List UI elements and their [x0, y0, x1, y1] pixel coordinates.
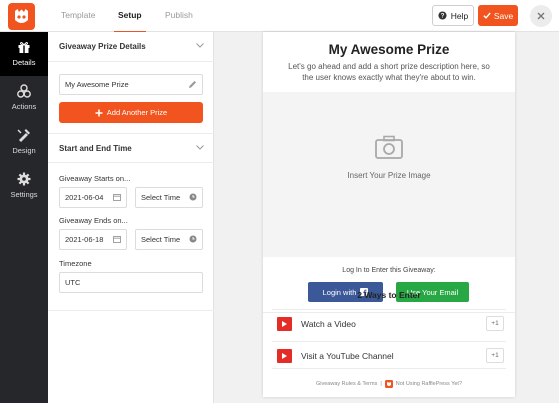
- clock-icon: [189, 235, 197, 243]
- checkmark-icon: [483, 12, 491, 19]
- save-label: Save: [493, 10, 514, 21]
- starts-on-label: Giveaway Starts on...: [59, 174, 131, 183]
- plus-icon: [95, 109, 103, 116]
- sidebar-item-actions[interactable]: Actions: [0, 76, 48, 120]
- end-date-input[interactable]: 2021-06-18: [59, 229, 127, 250]
- pencil-icon[interactable]: [188, 80, 197, 89]
- clock-icon: [189, 193, 197, 201]
- entry-label: Visit a YouTube Channel: [301, 351, 394, 361]
- ways-to-enter-title: 2 Ways to Enter: [357, 290, 421, 300]
- prize-image-label: Insert Your Prize Image: [347, 171, 431, 180]
- end-time-select[interactable]: Select Time: [135, 229, 203, 250]
- not-using-rafflepress-link[interactable]: Not Using RafflePress Yet?: [396, 381, 462, 387]
- help-icon: ?: [438, 11, 447, 20]
- sidebar-item-details[interactable]: Details: [0, 32, 48, 76]
- left-sidebar: Details Actions Design Settings: [0, 32, 48, 403]
- sidebar-item-design[interactable]: Design: [0, 120, 48, 164]
- timezone-label: Timezone: [59, 259, 92, 268]
- start-time-value: Select Time: [141, 193, 181, 202]
- section-title: Giveaway Prize Details: [59, 42, 146, 51]
- preview-footer: Giveaway Rules & Terms | Not Using Raffl…: [263, 380, 515, 388]
- close-icon: [537, 12, 545, 20]
- entry-points-badge: +1: [486, 348, 504, 363]
- sidebar-item-label: Design: [12, 146, 36, 155]
- save-button[interactable]: Save: [478, 5, 518, 26]
- camera-icon: [375, 135, 403, 159]
- start-time-select[interactable]: Select Time: [135, 187, 203, 208]
- add-prize-label: Add Another Prize: [106, 108, 168, 117]
- help-label: Help: [450, 10, 469, 21]
- tab-publish[interactable]: Publish: [165, 0, 193, 32]
- giveaway-preview: My Awesome Prize Let's go ahead and add …: [263, 32, 515, 397]
- help-button[interactable]: ? Help: [432, 5, 474, 26]
- start-end-time-section-header[interactable]: Start and End Time: [48, 133, 214, 163]
- rafflepress-mini-logo-icon: [384, 380, 393, 388]
- entry-watch-video[interactable]: Watch a Video +1: [272, 309, 506, 337]
- sidebar-item-label: Actions: [11, 102, 37, 111]
- youtube-icon: [277, 317, 292, 331]
- login-label: Log In to Enter this Giveaway:: [342, 267, 436, 274]
- rafflepress-logo-icon[interactable]: [8, 3, 35, 30]
- sidebar-item-label: Details: [12, 58, 36, 67]
- timezone-value: UTC: [65, 278, 81, 287]
- rules-terms-link[interactable]: Giveaway Rules & Terms: [316, 381, 377, 387]
- close-button[interactable]: [530, 5, 552, 27]
- gift-icon: [18, 42, 30, 53]
- prize-name-value: My Awesome Prize: [65, 80, 129, 89]
- tab-template[interactable]: Template: [61, 0, 96, 32]
- chevron-down-icon: [196, 43, 204, 48]
- entry-points-badge: +1: [486, 316, 504, 331]
- end-date-value: 2021-06-18: [65, 235, 104, 244]
- prize-description: Let's go ahead and add a short prize des…: [288, 62, 490, 82]
- chevron-down-icon: [196, 145, 204, 150]
- prize-title: My Awesome Prize: [328, 42, 450, 57]
- timezone-select[interactable]: UTC: [59, 272, 203, 293]
- entry-label: Watch a Video: [301, 319, 356, 329]
- divider: [48, 310, 214, 311]
- calendar-icon: [113, 194, 121, 201]
- start-date-value: 2021-06-04: [65, 193, 104, 202]
- sidebar-item-settings[interactable]: Settings: [0, 164, 48, 208]
- prize-name-field[interactable]: My Awesome Prize: [59, 74, 203, 95]
- tab-setup[interactable]: Setup: [114, 0, 146, 33]
- entry-visit-youtube-channel[interactable]: Visit a YouTube Channel +1: [272, 341, 506, 369]
- end-time-value: Select Time: [141, 235, 181, 244]
- gear-icon: [17, 172, 31, 186]
- ends-on-label: Giveaway Ends on...: [59, 216, 128, 225]
- sidebar-item-label: Settings: [10, 190, 38, 199]
- youtube-icon: [277, 349, 292, 363]
- design-icon: [17, 129, 30, 142]
- calendar-icon: [113, 236, 121, 243]
- start-date-input[interactable]: 2021-06-04: [59, 187, 127, 208]
- prize-details-section-header[interactable]: Giveaway Prize Details: [48, 32, 214, 62]
- actions-icon: [17, 84, 31, 98]
- top-bar: Template Setup Publish ? Help Save: [0, 0, 559, 33]
- footer-separator: |: [380, 381, 382, 387]
- add-another-prize-button[interactable]: Add Another Prize: [59, 102, 203, 123]
- section-title: Start and End Time: [59, 144, 132, 153]
- svg-text:?: ?: [440, 13, 444, 20]
